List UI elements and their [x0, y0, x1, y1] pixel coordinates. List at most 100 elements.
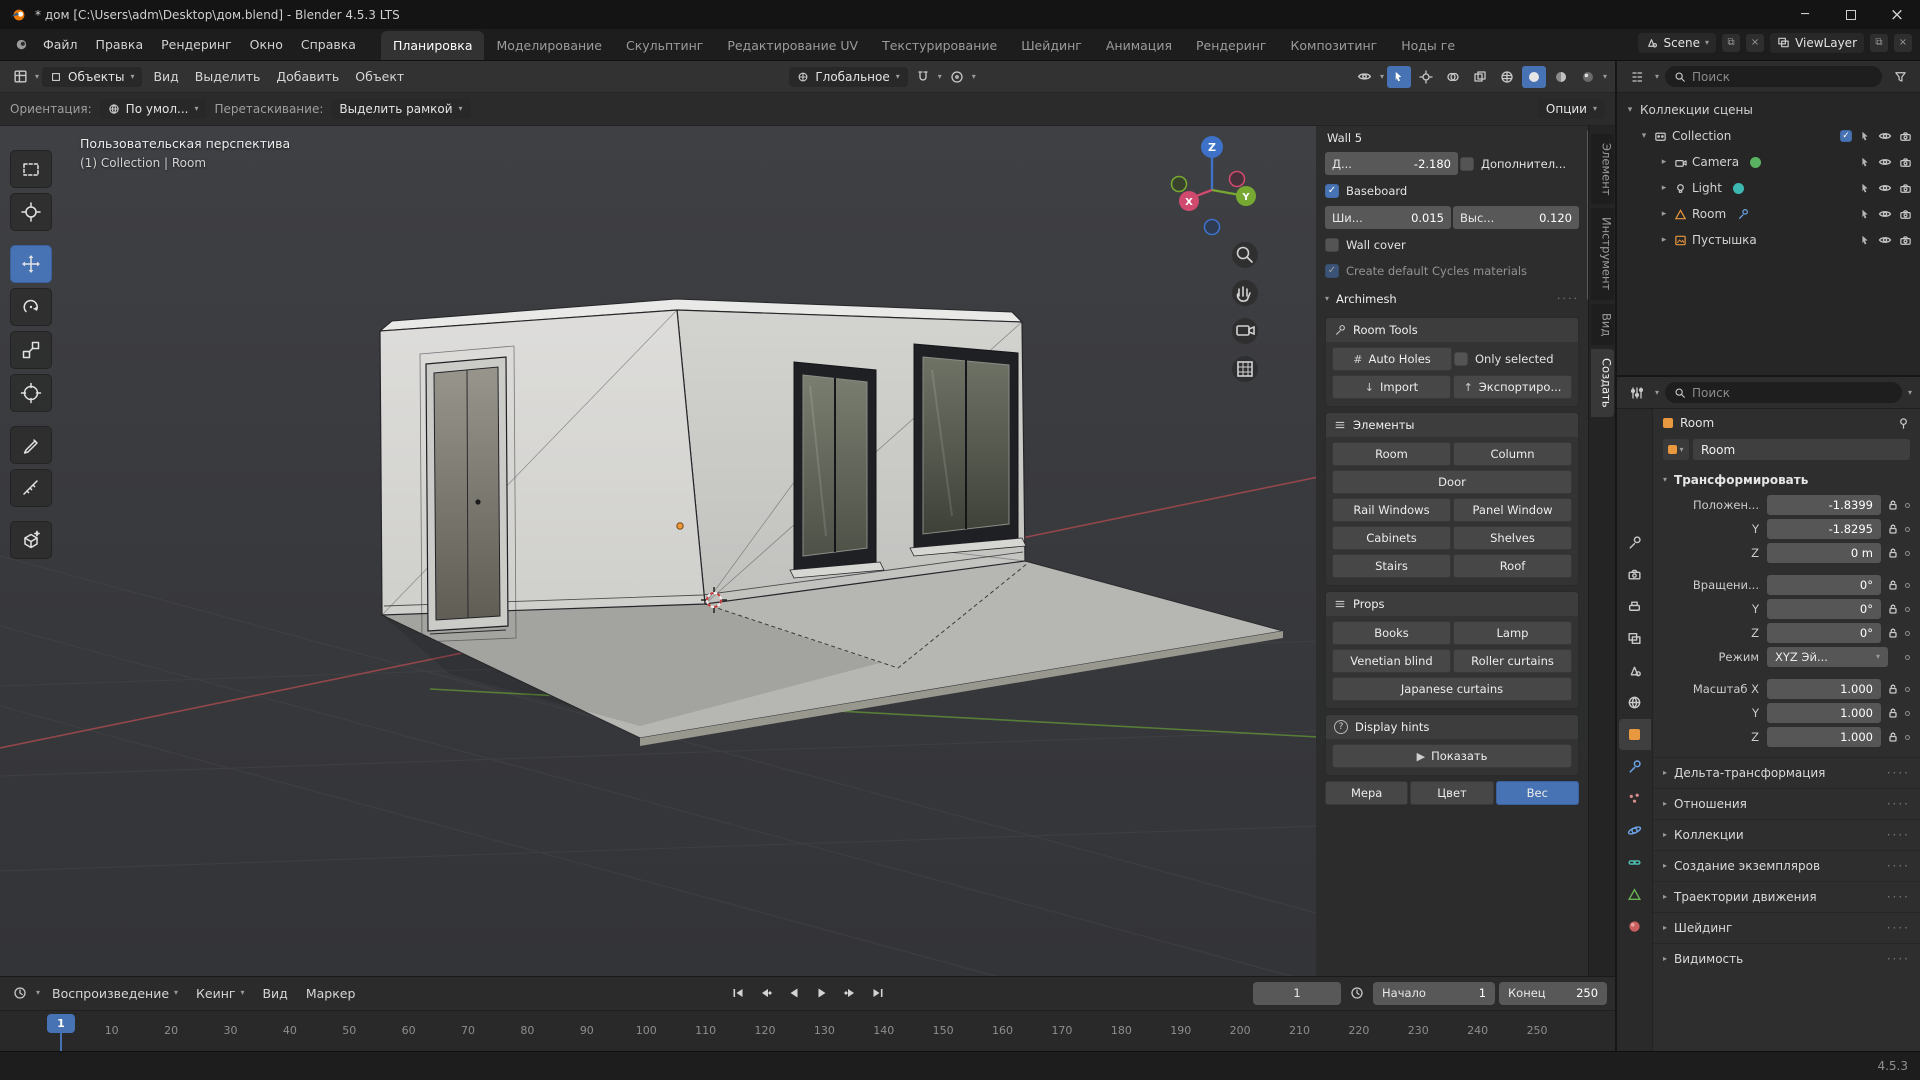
outliner-row-scene-collection[interactable]: ▾ Коллекции сцены	[1619, 97, 1918, 123]
tab-modifiers[interactable]	[1619, 751, 1651, 782]
move-tool[interactable]	[10, 245, 52, 283]
expander-icon[interactable]: ▾	[1625, 105, 1635, 115]
scale-tool[interactable]	[10, 331, 52, 369]
selectable-icon[interactable]	[1859, 156, 1871, 168]
lock-icon[interactable]	[1887, 523, 1899, 535]
window-1[interactable]	[790, 362, 884, 578]
expander-icon[interactable]: ▸	[1659, 235, 1669, 245]
blender-menu-icon[interactable]	[8, 34, 32, 56]
unlink-scene-button[interactable]: ×	[1746, 34, 1764, 52]
roof-button[interactable]: Roof	[1453, 554, 1572, 578]
panel-window-button[interactable]: Panel Window	[1453, 498, 1572, 522]
shading-rendered-icon[interactable]	[1576, 66, 1600, 88]
selectable-icon[interactable]	[1859, 182, 1871, 194]
rotation-z-field[interactable]: 0°	[1767, 623, 1881, 643]
gizmo-minus-z[interactable]	[1205, 220, 1220, 235]
expander-icon[interactable]: ▸	[1659, 157, 1669, 167]
venetian-blind-button[interactable]: Venetian blind	[1332, 649, 1451, 673]
navigation-gizmo[interactable]: Z Y X	[1172, 136, 1257, 235]
properties-section-row[interactable]: ▸ Шейдинг ····	[1653, 912, 1920, 943]
animate-dot-icon[interactable]	[1905, 527, 1910, 532]
render-camera-icon[interactable]	[1899, 156, 1912, 169]
sidebar-tab[interactable]: Создать	[1591, 349, 1614, 417]
maximize-button[interactable]	[1828, 0, 1874, 29]
filter-icon[interactable]	[1888, 66, 1912, 88]
hide-eye-icon[interactable]	[1878, 207, 1892, 221]
lock-icon[interactable]	[1887, 683, 1899, 695]
object-id-icon[interactable]: ▾	[1663, 439, 1689, 460]
japanese-curtains-button[interactable]: Japanese curtains	[1332, 677, 1572, 701]
lock-icon[interactable]	[1887, 579, 1899, 591]
properties-search-input[interactable]: Поиск	[1665, 382, 1902, 403]
use-preview-range-icon[interactable]	[1345, 982, 1369, 1004]
rotation-y-field[interactable]: 0°	[1767, 599, 1881, 619]
books-button[interactable]: Books	[1332, 621, 1451, 645]
snap-magnet-icon[interactable]	[911, 66, 935, 88]
only-selected-checkbox[interactable]	[1454, 352, 1468, 366]
options-dropdown[interactable]: Опции ▾	[1538, 99, 1605, 119]
timeline-ruler[interactable]: 1020304050607080901001101201301401501601…	[0, 1010, 1615, 1051]
rotation-mode-dropdown[interactable]: XYZ Эй... ▾	[1767, 647, 1888, 667]
display-hints-header[interactable]: ? Display hints	[1326, 715, 1578, 739]
color-partial-button[interactable]: Цвет	[1410, 781, 1493, 805]
remove-viewlayer-button[interactable]: ×	[1894, 34, 1912, 52]
jump-to-end-button[interactable]	[865, 981, 891, 1005]
room-tools-header[interactable]: Room Tools	[1326, 318, 1578, 342]
minimize-button[interactable]: ─	[1782, 0, 1828, 29]
outliner-row-camera[interactable]: ▸ Camera	[1619, 149, 1918, 175]
next-keyframe-button[interactable]	[837, 981, 863, 1005]
location-y-field[interactable]: -1.8295	[1767, 519, 1881, 539]
viewport-menu-item[interactable]: Вид	[145, 65, 186, 88]
properties-section-row[interactable]: ▸ Траектории движения ····	[1653, 881, 1920, 912]
lock-icon[interactable]	[1887, 499, 1899, 511]
weight-partial-button[interactable]: Вес	[1496, 781, 1579, 805]
cabinets-button[interactable]: Cabinets	[1332, 526, 1451, 550]
wall-cover-checkbox[interactable]	[1325, 238, 1339, 252]
menu-item[interactable]: Справка	[292, 33, 365, 56]
workspace-tab[interactable]: Скульптинг	[614, 31, 715, 60]
select-box-tool[interactable]	[10, 150, 52, 188]
drag-setting-dropdown[interactable]: Выделить рамкой ▾	[331, 99, 470, 119]
hide-eye-icon[interactable]	[1878, 155, 1892, 169]
wall-depth-field[interactable]: Д... -2.180	[1325, 152, 1458, 175]
viewport-menu-item[interactable]: Объект	[347, 65, 412, 88]
lamp-button[interactable]: Lamp	[1453, 621, 1572, 645]
expander-icon[interactable]: ▾	[1639, 131, 1649, 141]
expander-icon[interactable]: ▸	[1659, 209, 1669, 219]
outliner-search-input[interactable]: Поиск	[1665, 66, 1882, 87]
export-button[interactable]: ↑ Экспортиро...	[1453, 375, 1572, 399]
camera-view-icon[interactable]	[1232, 318, 1258, 344]
door[interactable]	[420, 346, 516, 642]
selectable-icon[interactable]	[1859, 130, 1871, 142]
workspace-tab[interactable]: Анимация	[1094, 31, 1184, 60]
auto-holes-button[interactable]: # Auto Holes	[1332, 347, 1452, 371]
shading-material-icon[interactable]	[1549, 66, 1573, 88]
zoom-icon[interactable]	[1232, 242, 1258, 268]
add-viewlayer-button[interactable]: ⧉	[1870, 34, 1888, 52]
workspace-tab[interactable]: Шейдинг	[1009, 31, 1094, 60]
measure-partial-button[interactable]: Мера	[1325, 781, 1408, 805]
tab-output[interactable]	[1619, 591, 1651, 622]
play-reverse-button[interactable]	[781, 981, 807, 1005]
add-cube-tool[interactable]	[10, 521, 52, 559]
lock-icon[interactable]	[1887, 603, 1899, 615]
archimesh-panel-header[interactable]: ▾ Archimesh ····	[1325, 285, 1579, 312]
play-button[interactable]	[809, 981, 835, 1005]
baseboard-height-field[interactable]: Выс... 0.120	[1453, 206, 1579, 229]
workspace-tab[interactable]: Рендеринг	[1184, 31, 1279, 60]
tab-constraints[interactable]	[1619, 847, 1651, 878]
door-button[interactable]: Door	[1332, 470, 1572, 494]
annotate-tool[interactable]	[10, 426, 52, 464]
workspace-tab[interactable]: Композитинг	[1279, 31, 1390, 60]
tab-object-data[interactable]	[1619, 879, 1651, 910]
workspace-tab[interactable]: Моделирование	[484, 31, 613, 60]
sidebar-tab[interactable]: Вид	[1591, 304, 1614, 345]
timeline-editor-type-icon[interactable]	[8, 982, 32, 1004]
rail-windows-button[interactable]: Rail Windows	[1332, 498, 1451, 522]
viewport-canvas[interactable]: Z Y X	[0, 126, 1615, 976]
properties-section-row[interactable]: ▸ Дельта-трансформация ····	[1653, 757, 1920, 788]
outliner-editor-type-icon[interactable]	[1625, 66, 1649, 88]
gizmo-minus-y[interactable]	[1172, 177, 1187, 192]
tab-object[interactable]	[1619, 719, 1651, 750]
rotate-tool[interactable]	[10, 288, 52, 326]
